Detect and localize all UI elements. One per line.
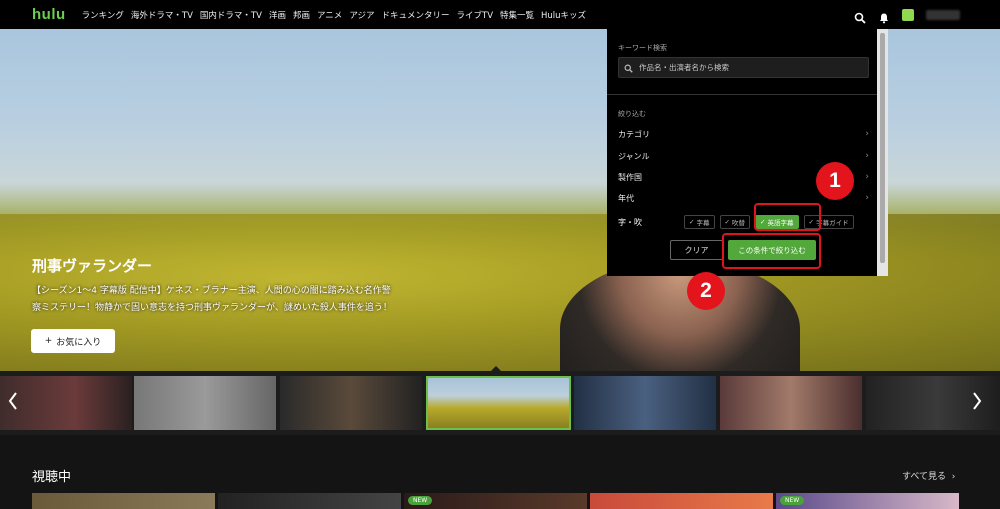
hero-description-line-1: 【シーズン1～4 字幕版 配信中】ケネス・ブラナー主演、人間の心の闇に踏み込む名… bbox=[32, 286, 391, 296]
add-favorite-button[interactable]: + お気に入り bbox=[31, 329, 115, 353]
chip-subtitles[interactable]: ✓ 字幕 bbox=[684, 215, 715, 229]
annotation-box-step-2 bbox=[722, 233, 821, 269]
watching-card[interactable]: NEW bbox=[776, 493, 959, 509]
filter-row-label: カテゴリ bbox=[618, 129, 650, 139]
chevron-right-icon: › bbox=[865, 129, 869, 139]
nav-item-japanese-movies[interactable]: 邦画 bbox=[293, 9, 310, 21]
chevron-right-icon: › bbox=[865, 193, 869, 203]
nav-right bbox=[854, 0, 960, 29]
carousel-prev-arrow-icon[interactable] bbox=[8, 391, 18, 416]
top-nav: hulu ランキング 海外ドラマ・TV 国内ドラマ・TV 洋画 邦画 アニメ ア… bbox=[0, 0, 1000, 29]
new-badge: NEW bbox=[780, 496, 805, 505]
avatar[interactable] bbox=[902, 8, 914, 21]
chip-dubbed[interactable]: ✓ 吹替 bbox=[719, 215, 751, 229]
filter-row-category[interactable]: カテゴリ › bbox=[618, 124, 869, 144]
annotation-box-step-1 bbox=[754, 203, 821, 231]
hero-description: 【シーズン1～4 字幕版 配信中】ケネス・ブラナー主演、人間の心の闇に踏み込む名… bbox=[32, 283, 432, 317]
audio-subtitle-row: 字・吹 ✓ 字幕 ✓ 吹替 ✓ 英語字幕 ✓ 字幕ガイド bbox=[618, 213, 869, 231]
nav-menu: ランキング 海外ドラマ・TV 国内ドラマ・TV 洋画 邦画 アニメ アジア ドキ… bbox=[82, 9, 586, 21]
search-icon bbox=[624, 58, 633, 77]
see-all-label: すべて見る bbox=[902, 472, 947, 482]
hero-description-line-2: 察ミステリー！物静かで固い意志を持つ刑事ヴァランダーが、謎めいた殺人事件を追う！ bbox=[32, 303, 392, 313]
bell-icon[interactable] bbox=[878, 9, 890, 23]
clear-button[interactable]: クリア bbox=[670, 240, 723, 260]
nav-item-domestic-drama[interactable]: 国内ドラマ・TV bbox=[200, 9, 262, 21]
watching-card[interactable]: NEW bbox=[404, 493, 587, 509]
filter-row-label: ジャンル bbox=[618, 151, 650, 161]
chip-subtitles-label: 字幕 bbox=[696, 219, 710, 227]
keyword-search-placeholder: 作品名・出演者名から検索 bbox=[639, 63, 729, 72]
watching-section: 視聴中 すべて見る › NEW NEW bbox=[0, 435, 1000, 509]
carousel-thumbnail[interactable] bbox=[574, 376, 716, 430]
nav-item-western-movies[interactable]: 洋画 bbox=[269, 9, 286, 21]
panel-divider bbox=[607, 94, 881, 95]
hulu-logo[interactable]: hulu bbox=[32, 6, 66, 23]
search-icon[interactable] bbox=[854, 9, 866, 24]
chip-dubbed-label: 吹替 bbox=[732, 219, 746, 227]
carousel-thumbnail[interactable] bbox=[134, 376, 276, 430]
hero-title: 刑事ヴァランダー bbox=[32, 257, 153, 275]
carousel-thumbnail[interactable] bbox=[0, 376, 132, 430]
filter-row-label: 製作国 bbox=[618, 172, 642, 182]
see-all-link[interactable]: すべて見る › bbox=[902, 469, 955, 482]
username-blurred[interactable] bbox=[926, 9, 960, 20]
add-favorite-label: お気に入り bbox=[56, 337, 102, 348]
chevron-right-icon: › bbox=[865, 172, 869, 182]
watching-card[interactable] bbox=[32, 493, 215, 509]
nav-item-live-tv[interactable]: ライブTV bbox=[457, 9, 494, 21]
plus-icon: + bbox=[44, 336, 53, 346]
panel-scrollbar-thumb[interactable] bbox=[880, 33, 885, 263]
filter-row-label: 年代 bbox=[618, 193, 634, 203]
keyword-search-label: キーワード検索 bbox=[618, 44, 667, 52]
check-icon: ✓ bbox=[724, 218, 733, 226]
check-icon: ✓ bbox=[689, 218, 697, 226]
carousel-next-arrow-icon[interactable] bbox=[972, 391, 982, 416]
carousel-thumbnail[interactable] bbox=[720, 376, 862, 430]
carousel-thumbnail[interactable] bbox=[280, 376, 422, 430]
annotation-step-2: 2 bbox=[687, 272, 725, 310]
carousel-thumbnails bbox=[0, 376, 1000, 430]
nav-item-asia[interactable]: アジア bbox=[349, 9, 374, 21]
nav-item-anime[interactable]: アニメ bbox=[317, 9, 342, 21]
nav-item-features[interactable]: 特集一覧 bbox=[500, 9, 534, 21]
hero-carousel bbox=[0, 371, 1000, 435]
chevron-right-icon: › bbox=[948, 472, 956, 482]
watching-card[interactable] bbox=[218, 493, 401, 509]
nav-item-ranking[interactable]: ランキング bbox=[82, 9, 124, 21]
keyword-search-input[interactable]: 作品名・出演者名から検索 bbox=[618, 57, 869, 78]
audio-subtitle-label: 字・吹 bbox=[618, 217, 642, 227]
new-badge: NEW bbox=[408, 496, 433, 505]
panel-scrollbar[interactable] bbox=[877, 29, 888, 276]
watching-card[interactable] bbox=[590, 493, 773, 509]
section-title: 視聴中 bbox=[32, 470, 72, 485]
nav-item-kids[interactable]: Huluキッズ bbox=[541, 9, 586, 21]
chevron-right-icon: › bbox=[865, 151, 869, 161]
nav-item-overseas-drama[interactable]: 海外ドラマ・TV bbox=[131, 9, 193, 21]
annotation-step-1: 1 bbox=[816, 162, 854, 200]
carousel-thumbnail-active[interactable] bbox=[426, 376, 571, 430]
narrow-down-label: 絞り込む bbox=[618, 110, 646, 118]
nav-item-documentary[interactable]: ドキュメンタリー bbox=[381, 9, 449, 21]
